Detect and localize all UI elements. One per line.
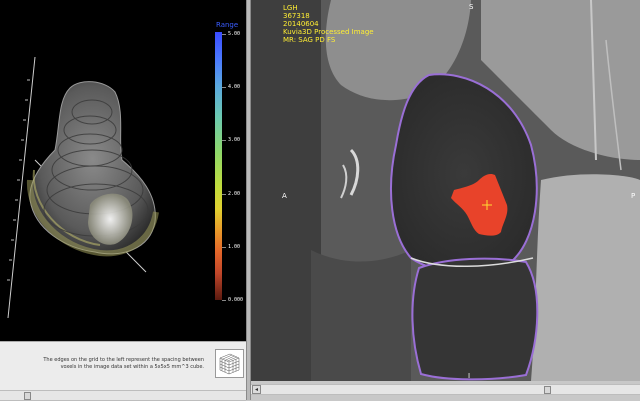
right-horizontal-scrollbar[interactable]	[251, 384, 640, 395]
tibia-contour	[411, 257, 539, 381]
3d-viewport[interactable]	[0, 0, 246, 341]
colorbar-tick-mark	[222, 193, 226, 195]
overlay-processor: Kuvia3D Processed Image	[283, 28, 374, 36]
orientation-right: P	[631, 192, 636, 200]
voxel-cube-icon	[215, 349, 244, 378]
overlay-patient-name: LGH	[283, 4, 298, 12]
overlay-series: MR: SAG PD FS	[283, 36, 336, 44]
left-horizontal-scrollbar[interactable]	[0, 390, 246, 401]
orientation-bottom: I	[468, 372, 471, 380]
orientation-top: S	[469, 3, 474, 11]
colorbar-tick-label: 0.000	[228, 297, 244, 303]
orientation-left: A	[282, 192, 287, 200]
3d-bone-render	[7, 56, 159, 319]
dicom-overlay: LGH 367318 20140604 Kuvia3D Processed Im…	[283, 4, 374, 44]
colorbar-tick-label: 4.00	[228, 84, 241, 91]
right-scrollbar-thumb[interactable]	[544, 386, 551, 394]
colorbar-tick-label: 5.00	[228, 31, 241, 37]
info-text: The edges on the grid to the left repres…	[43, 357, 204, 370]
colorbar	[215, 32, 222, 300]
overlay-study-date: 20140604	[283, 20, 319, 28]
colorbar-tick-label: 2.00	[228, 190, 241, 197]
colorbar-tick-mark	[222, 34, 226, 35]
colorbar-tick-label: 3.00	[228, 137, 241, 144]
mr-viewport[interactable]	[251, 0, 640, 381]
colorbar-tick-mark	[222, 300, 226, 301]
colorbar-tick-mark	[222, 87, 226, 89]
left-scrollbar-thumb[interactable]	[24, 392, 31, 400]
colorbar-tick-mark	[222, 140, 226, 142]
colorbar-title: Range	[216, 21, 239, 29]
colorbar-tick-mark	[222, 246, 226, 248]
scroll-left-arrow-icon[interactable]: ◂	[252, 385, 261, 394]
colorbar-tick-label: 1.00	[228, 243, 241, 250]
overlay-patient-id: 367318	[283, 12, 310, 20]
mr-sagittal-image	[251, 0, 640, 381]
